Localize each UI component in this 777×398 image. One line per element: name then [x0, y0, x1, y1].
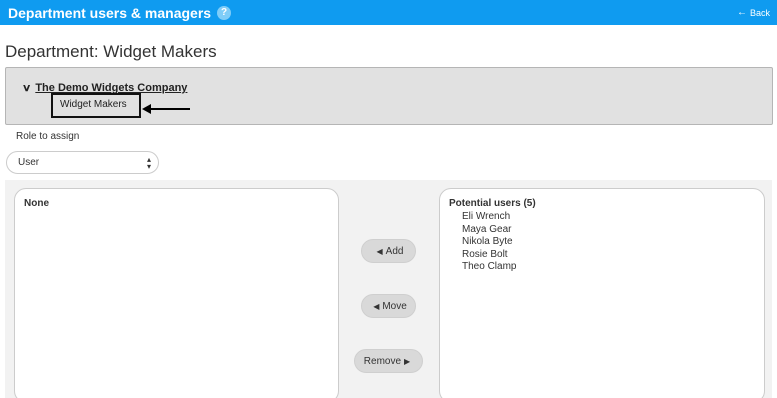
remove-button-label: Remove	[363, 355, 402, 367]
header-title-group: Department users & managers ?	[8, 4, 232, 21]
role-label: Role to assign	[16, 131, 80, 142]
move-button-label: Move	[382, 300, 407, 312]
chevron-down-icon[interactable]: ∨	[22, 83, 32, 94]
potential-users-list[interactable]: Potential users (5) Eli Wrench Maya Gear…	[439, 188, 765, 398]
user-assignment-panel: None ◀ Add ◀ Move Remove ▶ Potential use…	[5, 180, 772, 398]
list-item[interactable]: Eli Wrench	[462, 211, 516, 224]
header-bar: Department users & managers ? ← Back	[0, 0, 777, 25]
list-item[interactable]: Rosie Bolt	[462, 249, 516, 262]
department-tree: ∨ The Demo Widgets Company Widget Makers	[5, 67, 773, 125]
potential-users-items: Eli Wrench Maya Gear Nikola Byte Rosie B…	[462, 211, 516, 274]
role-selected-value: User	[18, 157, 40, 168]
add-button[interactable]: ◀ Add	[361, 239, 416, 263]
back-arrow-icon: ←	[736, 7, 747, 18]
header-title: Department users & managers	[8, 4, 212, 21]
help-icon[interactable]: ?	[217, 5, 232, 20]
role-select[interactable]: User ▴ ▾	[6, 151, 159, 174]
remove-button[interactable]: Remove ▶	[354, 349, 423, 373]
list-item[interactable]: Theo Clamp	[462, 261, 516, 274]
page-title: Department: Widget Makers	[5, 42, 217, 61]
assigned-users-list[interactable]: None	[14, 188, 339, 398]
list-item[interactable]: Nikola Byte	[462, 236, 516, 249]
back-label: Back	[749, 7, 770, 18]
right-triangle-icon: ▶	[404, 356, 411, 366]
back-link[interactable]: ← Back	[737, 7, 770, 18]
left-triangle-icon: ◀	[376, 246, 383, 256]
add-button-label: Add	[385, 245, 404, 257]
potential-users-header: Potential users (5)	[449, 198, 536, 209]
list-item[interactable]: Maya Gear	[462, 224, 516, 237]
assigned-users-header: None	[24, 198, 49, 209]
pointer-arrow-icon	[142, 104, 190, 114]
move-button[interactable]: ◀ Move	[361, 294, 416, 318]
tree-child-selected[interactable]: Widget Makers	[51, 93, 141, 118]
left-triangle-icon: ◀	[373, 301, 380, 311]
select-caret-icon: ▴ ▾	[146, 154, 151, 171]
